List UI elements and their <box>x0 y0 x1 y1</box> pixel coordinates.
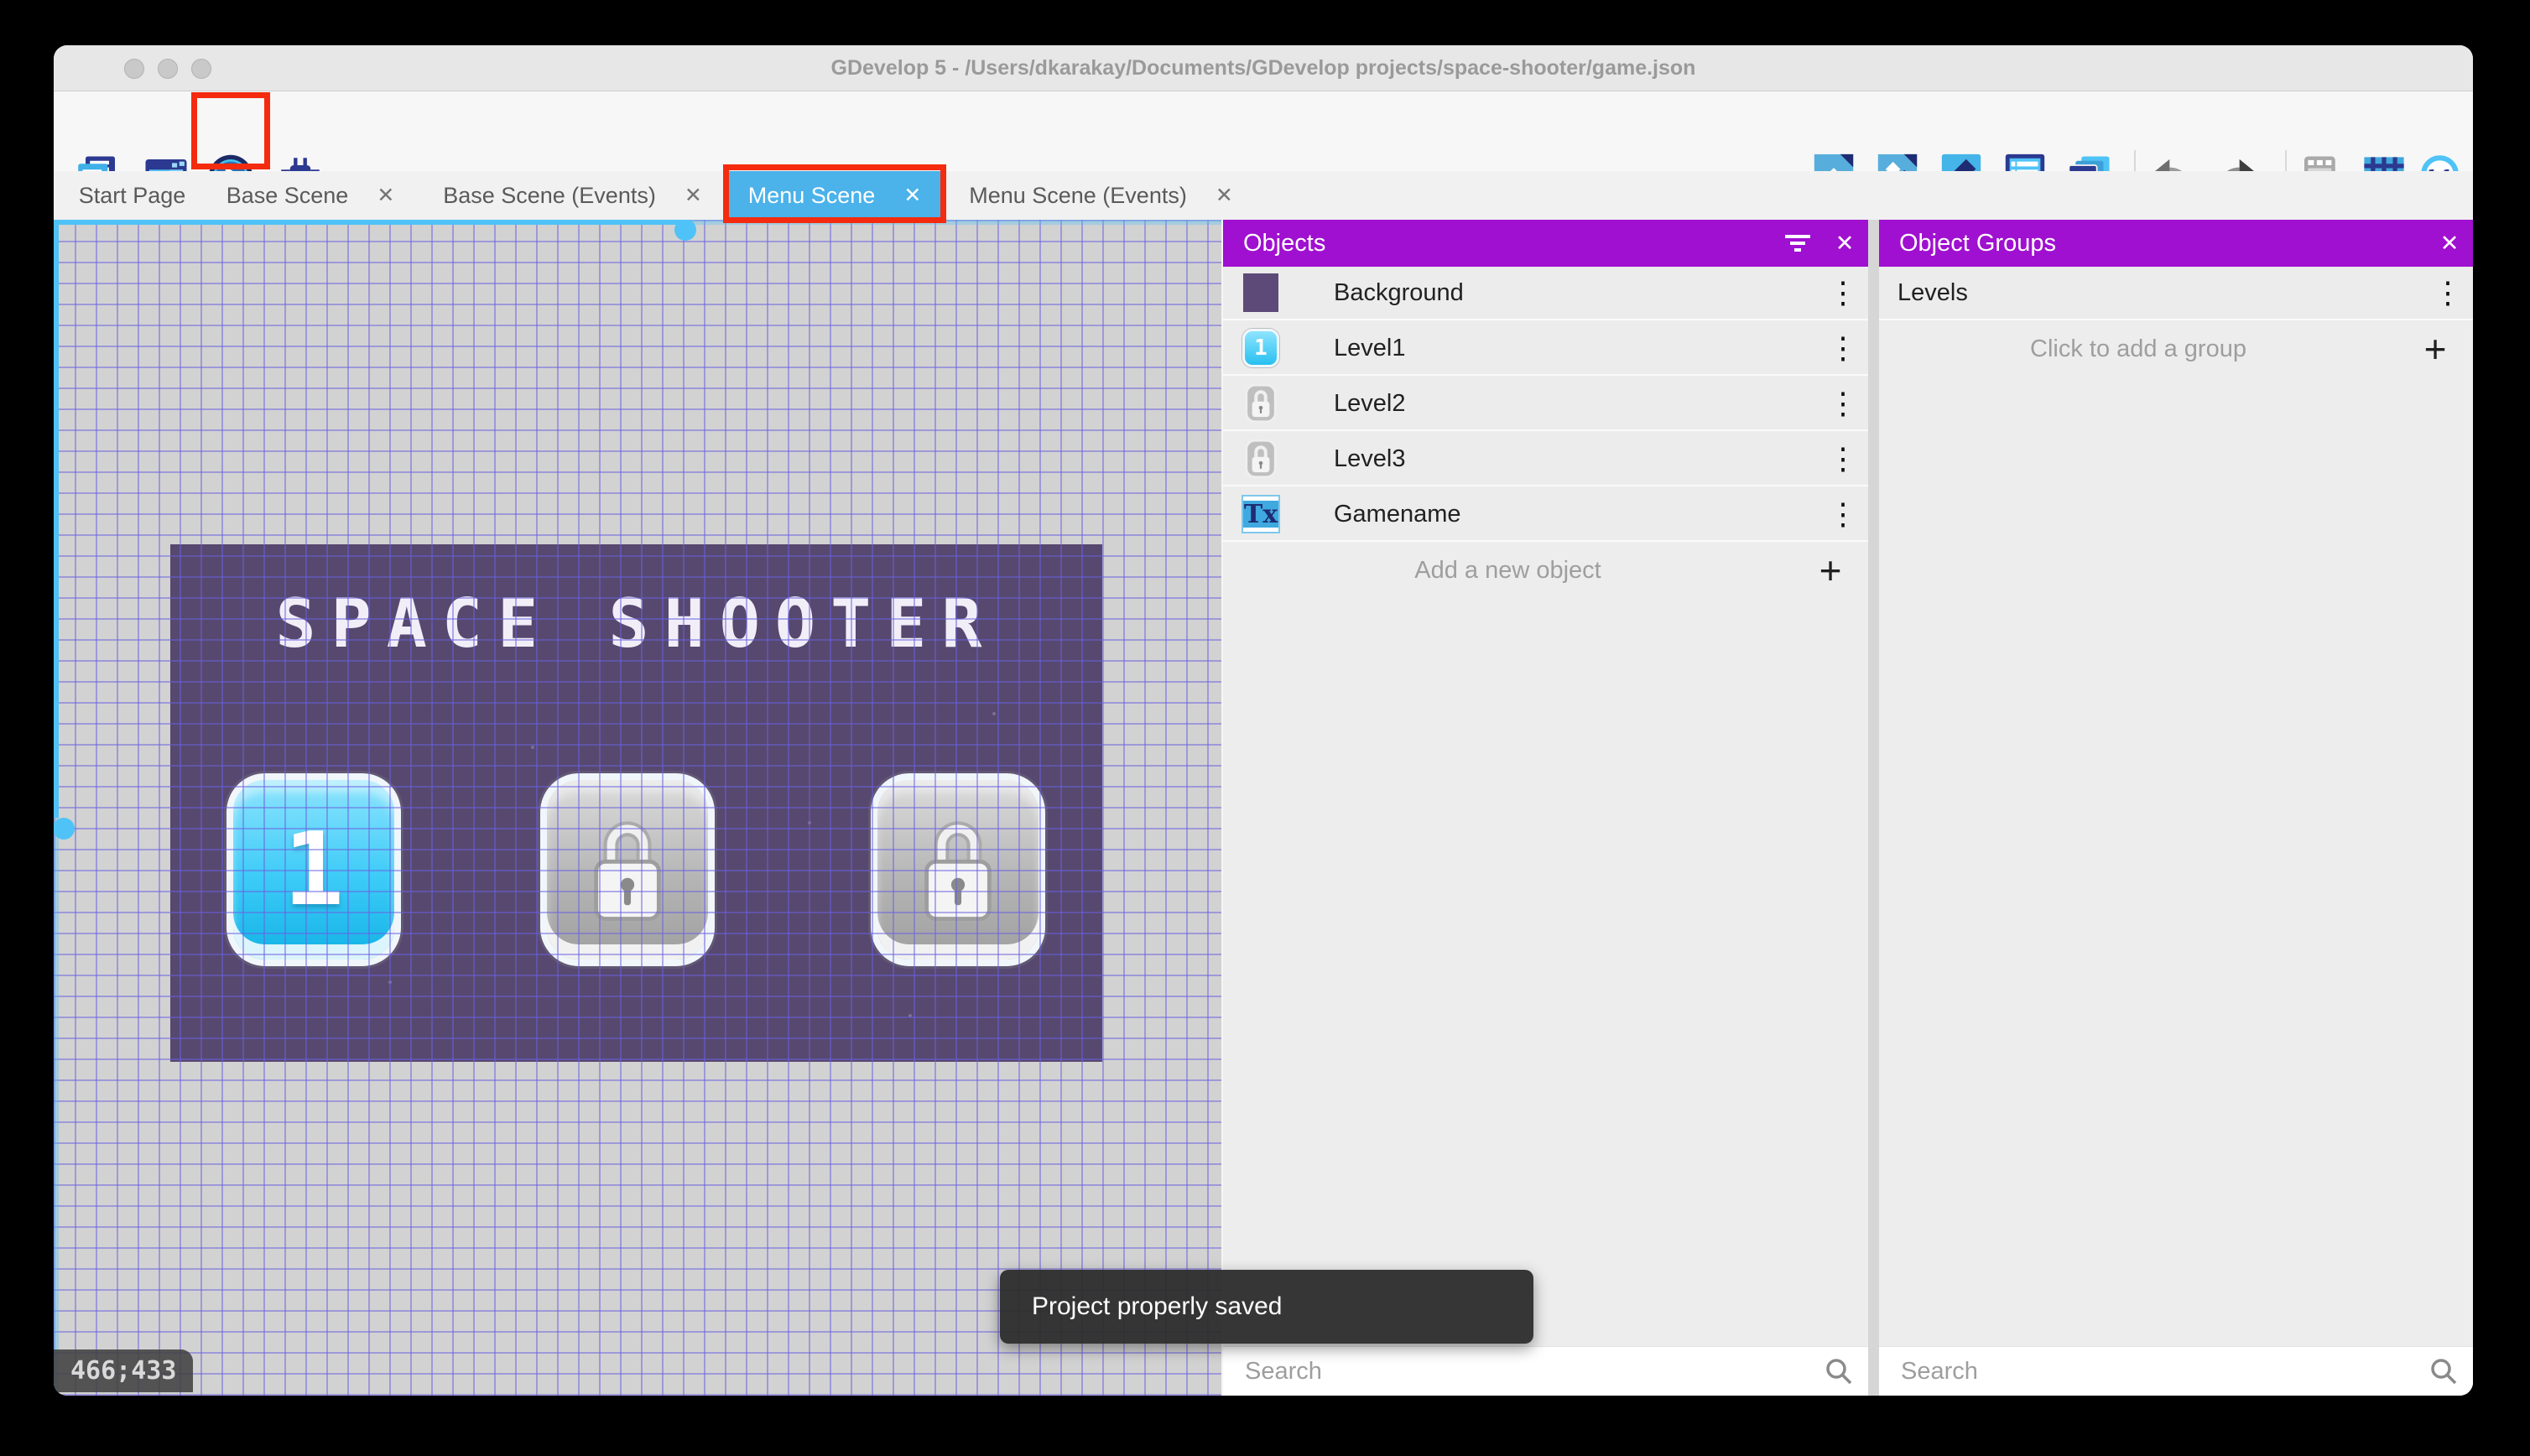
object-name: Background <box>1334 278 1464 306</box>
add-group-plus-icon[interactable]: + <box>2397 330 2473 368</box>
add-object-label: Add a new object <box>1414 556 1601 584</box>
save-toast: Project properly saved <box>1000 1270 1533 1344</box>
tab-label: Base Scene (Events) <box>443 182 656 208</box>
background-thumbnail <box>1242 273 1280 312</box>
objects-panel-title: Objects <box>1243 229 1326 257</box>
text-object-thumbnail: Tx <box>1242 495 1280 533</box>
search-icon <box>1809 1357 1868 1386</box>
tab-label: Menu Scene (Events) <box>969 182 1187 208</box>
close-tab-icon[interactable]: ✕ <box>377 185 394 206</box>
close-tab-icon[interactable]: ✕ <box>903 185 921 206</box>
object-row-background[interactable]: Background ⋮ <box>1223 267 1868 320</box>
object-menu-button[interactable]: ⋮ <box>1818 444 1868 474</box>
add-group-label: Click to add a group <box>2030 335 2246 362</box>
window-title: GDevelop 5 - /Users/dkarakay/Documents/G… <box>830 55 1696 80</box>
vertical-scrollbar-track-faded[interactable] <box>54 818 59 1396</box>
object-groups-search-input[interactable] <box>1899 1356 2414 1386</box>
object-menu-button[interactable]: ⋮ <box>1818 499 1868 529</box>
objects-panel-header: Objects ✕ <box>1223 220 1868 267</box>
object-row-level2[interactable]: Level2 ⋮ <box>1223 377 1868 431</box>
object-row-level3[interactable]: Level3 ⋮ <box>1223 433 1868 486</box>
group-name: Levels <box>1898 278 1968 306</box>
close-tab-icon[interactable]: ✕ <box>685 185 702 206</box>
object-groups-panel-title: Object Groups <box>1899 229 2056 257</box>
cursor-coordinates-badge: 466;433 <box>54 1349 194 1392</box>
level1-button-instance[interactable]: 1 <box>226 773 401 966</box>
editor-tabs: Start Page Base Scene ✕ Base Scene (Even… <box>54 171 2473 220</box>
object-name: Level2 <box>1334 389 1406 417</box>
object-menu-button[interactable]: ⋮ <box>1818 333 1868 363</box>
vertical-scrollbar-thumb[interactable] <box>54 818 75 840</box>
horizontal-scrollbar-track[interactable] <box>54 220 686 225</box>
object-groups-panel-header: Object Groups ✕ <box>1879 220 2473 267</box>
tab-base-scene[interactable]: Base Scene ✕ <box>201 171 419 220</box>
horizontal-scrollbar-thumb[interactable] <box>674 220 696 241</box>
group-row-levels[interactable]: Levels ⋮ <box>1879 267 2473 320</box>
object-groups-panel: Object Groups ✕ Levels ⋮ Click to add a … <box>1879 220 2473 1396</box>
objects-search-bar <box>1223 1346 1868 1396</box>
lock-icon <box>924 821 992 921</box>
level2-locked-thumbnail <box>1242 384 1280 423</box>
tab-start-page[interactable]: Start Page <box>63 171 201 220</box>
search-icon <box>2414 1357 2473 1386</box>
lock-icon <box>594 821 661 921</box>
group-menu-button[interactable]: ⋮ <box>2423 278 2473 308</box>
filter-icon <box>1785 235 1810 252</box>
add-object-row[interactable]: Add a new object + <box>1223 543 1868 597</box>
level-number: 1 <box>283 811 345 928</box>
tab-menu-scene-events[interactable]: Menu Scene (Events) ✕ <box>944 171 1258 220</box>
objects-panel: Objects ✕ Background ⋮ 1 Level1 ⋮ Level2… <box>1223 220 1868 1396</box>
add-group-row[interactable]: Click to add a group + <box>1879 322 2473 376</box>
object-menu-button[interactable]: ⋮ <box>1818 278 1868 308</box>
object-menu-button[interactable]: ⋮ <box>1818 388 1868 419</box>
tab-label: Base Scene <box>226 182 349 208</box>
tab-label: Menu Scene <box>747 182 876 208</box>
close-objects-panel-button[interactable]: ✕ <box>1821 220 1868 267</box>
scene-title-text[interactable]: SPACE SHOOTER <box>170 585 1102 663</box>
lock-icon <box>1245 439 1277 478</box>
objects-search-input[interactable] <box>1243 1356 1809 1386</box>
tab-menu-scene[interactable]: Menu Scene ✕ <box>726 171 944 220</box>
close-tab-icon[interactable]: ✕ <box>1216 185 1233 206</box>
panel-divider[interactable] <box>1868 220 1879 1396</box>
vertical-scrollbar-track[interactable] <box>54 220 59 818</box>
level3-locked-button-instance[interactable] <box>871 773 1045 966</box>
object-name: Level3 <box>1334 445 1406 472</box>
game-scene-preview: SPACE SHOOTER 1 <box>170 544 1102 1062</box>
title-bar: GDevelop 5 - /Users/dkarakay/Documents/G… <box>54 45 2473 91</box>
level1-thumbnail: 1 <box>1242 329 1280 367</box>
filter-objects-button[interactable] <box>1774 220 1821 267</box>
gdevelop-window: GDevelop 5 - /Users/dkarakay/Documents/G… <box>54 45 2473 1396</box>
object-row-gamename[interactable]: Tx Gamename ⋮ <box>1223 488 1868 542</box>
tab-base-scene-events[interactable]: Base Scene (Events) ✕ <box>419 171 726 220</box>
level3-locked-thumbnail <box>1242 439 1280 478</box>
object-row-level1[interactable]: 1 Level1 ⋮ <box>1223 322 1868 376</box>
object-name: Level1 <box>1334 334 1406 361</box>
lock-icon <box>1245 384 1277 423</box>
toast-message: Project properly saved <box>1032 1292 1283 1320</box>
close-object-groups-panel-button[interactable]: ✕ <box>2426 220 2473 267</box>
object-name: Gamename <box>1334 500 1461 528</box>
add-object-plus-icon[interactable]: + <box>1793 551 1868 590</box>
horizontal-scrollbar-track-faded[interactable] <box>686 220 1221 225</box>
tab-label: Start Page <box>78 182 186 208</box>
scene-editor-canvas[interactable]: SPACE SHOOTER 1 466;433 <box>54 220 1221 1396</box>
level2-locked-button-instance[interactable] <box>540 773 715 966</box>
object-groups-search-bar <box>1879 1346 2473 1396</box>
main-toolbar: 1:1 <box>54 91 2473 204</box>
